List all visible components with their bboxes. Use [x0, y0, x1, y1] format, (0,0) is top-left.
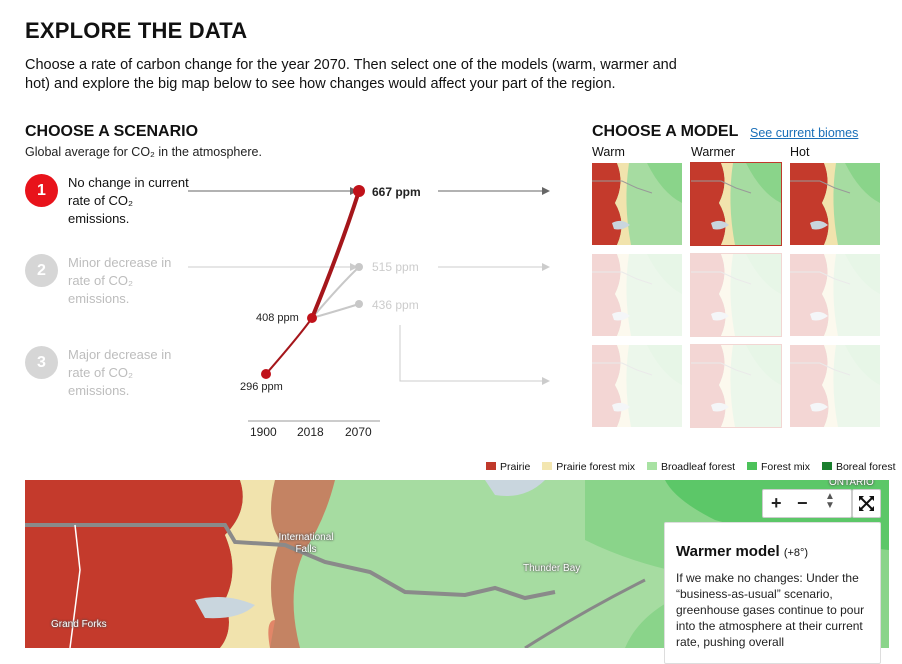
legend-item: Prairie forest mix	[542, 461, 635, 473]
legend-swatch	[486, 462, 496, 470]
legend-swatch	[747, 462, 758, 470]
endpoint-label: 515 ppm	[372, 260, 419, 274]
scenario-number: 2	[25, 254, 58, 287]
model-thumbnail-hot-scenario-1[interactable]	[790, 163, 880, 245]
map-label-ontario: ONTARIO	[829, 480, 874, 488]
map-label-thunder-bay: Thunder Bay	[523, 563, 581, 574]
model-column-hot[interactable]: Hot	[790, 145, 809, 159]
x-tick-label: 2070	[345, 425, 372, 439]
point-label: 296 ppm	[240, 381, 283, 393]
model-title: CHOOSE A MODEL	[592, 123, 739, 140]
current-biomes-link[interactable]: See current biomes	[750, 126, 858, 140]
series-line	[265, 317, 313, 375]
model-thumbnail-warm-scenario-1[interactable]	[592, 163, 682, 245]
model-thumbnail-hot-scenario-3[interactable]	[790, 345, 880, 427]
model-thumbnail-warmer-scenario-3[interactable]	[690, 344, 782, 428]
scenario-number: 3	[25, 346, 58, 379]
panel-title-text: Warmer model	[676, 543, 780, 560]
legend-swatch	[646, 462, 657, 470]
co2-chart: 667 ppm 515 ppm 436 ppm 408 ppm 296 ppm …	[188, 185, 550, 439]
model-column-warm[interactable]: Warm	[592, 145, 625, 159]
scenario-number: 1	[25, 174, 58, 207]
compass-icon[interactable]: ▲ ▼	[825, 492, 835, 511]
arrow-head	[542, 377, 550, 385]
zoom-out-button[interactable]: −	[797, 493, 808, 514]
map-label-international-falls: International Falls	[278, 532, 334, 555]
arrow-line	[399, 325, 542, 382]
model-info-panel: Warmer model (+8°) If we make no changes…	[664, 522, 881, 664]
legend-item: Broadleaf forest	[646, 461, 736, 473]
data-point	[355, 263, 363, 271]
arrow-head	[542, 263, 550, 271]
legend-label: Forest mix	[761, 461, 811, 473]
legend-item: Boreal forest	[821, 461, 896, 473]
legend-item: Forest mix	[747, 461, 810, 473]
series-line	[310, 190, 361, 319]
scenario-label: No change in current rate of CO₂ emissio…	[68, 175, 189, 226]
panel-title-suffix: (+8°)	[783, 547, 809, 559]
scenario-label: Minor decrease in rate of CO₂ emissions.	[68, 255, 172, 306]
legend-label: Prairie	[500, 461, 531, 473]
model-thumbnail-hot-scenario-2[interactable]	[790, 254, 880, 336]
data-point	[307, 313, 317, 323]
legend-swatch	[821, 462, 832, 470]
model-thumbnail-warm-scenario-3[interactable]	[592, 345, 682, 427]
endpoint-label: 436 ppm	[372, 298, 419, 312]
data-point	[261, 369, 271, 379]
model-thumbnail-warmer-scenario-2[interactable]	[690, 253, 782, 337]
scenario-option-3[interactable]: 3 Major decrease in rate of CO₂ emission…	[25, 346, 195, 406]
model-thumbnail-warm-scenario-2[interactable]	[592, 254, 682, 336]
panel-title: Warmer model (+8°)	[676, 543, 808, 560]
fullscreen-button[interactable]	[852, 489, 881, 518]
model-thumbnail-warmer-scenario-1[interactable]	[690, 162, 782, 246]
data-point	[355, 300, 363, 308]
point-label: 408 ppm	[256, 312, 299, 324]
intro-text: Choose a rate of carbon change for the y…	[25, 57, 677, 92]
legend-label: Prairie forest mix	[556, 461, 636, 473]
map-label-grand-forks: Grand Forks	[51, 619, 107, 630]
model-column-warmer[interactable]: Warmer	[691, 145, 735, 159]
zoom-in-button[interactable]: +	[771, 493, 782, 514]
zoom-control: + − ▲ ▼	[762, 489, 852, 518]
legend-swatch	[542, 462, 553, 470]
endpoint-label: 667 ppm	[372, 185, 421, 199]
legend-label: Boreal forest	[835, 461, 896, 473]
scenario-option-2[interactable]: 2 Minor decrease in rate of CO₂ emission…	[25, 254, 195, 314]
scenario-subtitle: Global average for CO₂ in the atmosphere…	[25, 145, 262, 159]
page-title: EXPLORE THE DATA	[25, 18, 248, 43]
data-point	[353, 185, 365, 197]
scenario-label: Major decrease in rate of CO₂ emissions.	[68, 347, 172, 398]
legend-label: Broadleaf forest	[660, 461, 736, 473]
map-legend: Prairie Prairie forest mix Broadleaf for…	[486, 461, 902, 473]
expand-icon	[859, 496, 874, 511]
scenario-title: CHOOSE A SCENARIO	[25, 123, 199, 140]
legend-item: Prairie	[486, 461, 530, 473]
scenario-option-1[interactable]: 1 No change in current rate of CO₂ emiss…	[25, 174, 195, 234]
x-tick-label: 2018	[297, 425, 324, 439]
arrow-head	[542, 187, 550, 195]
panel-body: If we make no changes: Under the “busine…	[676, 571, 865, 649]
x-tick-label: 1900	[250, 425, 277, 439]
